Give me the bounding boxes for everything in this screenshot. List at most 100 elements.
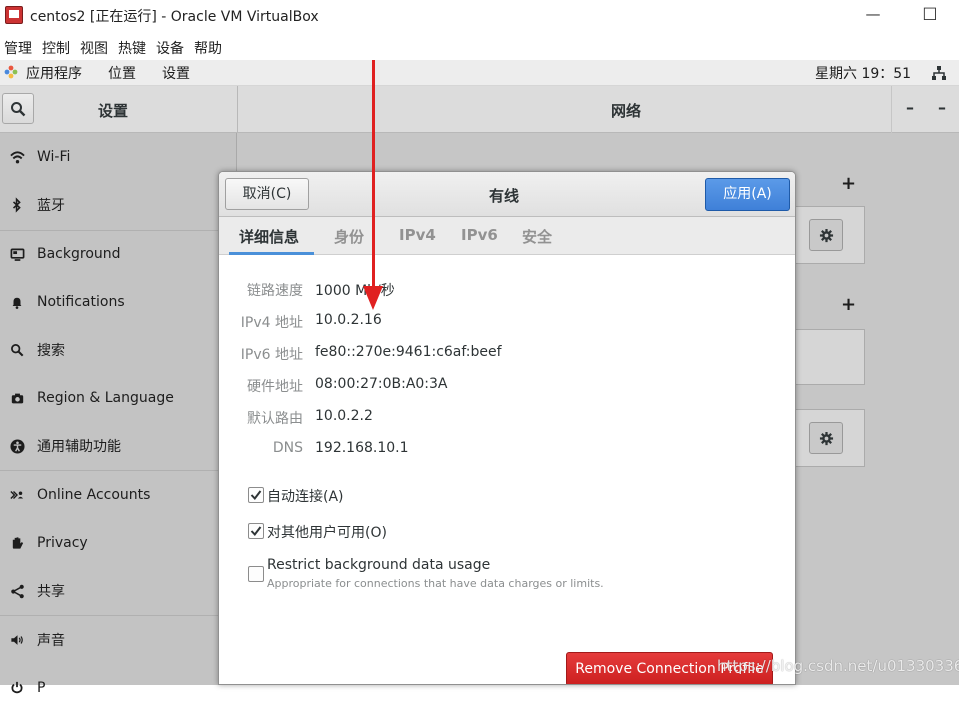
- sidebar-item-label: Privacy: [37, 535, 88, 551]
- dialog-title: 有线: [489, 187, 520, 205]
- ipv4-address-label: IPv4 地址: [240, 315, 303, 331]
- ipv6-address-label: IPv6 地址: [240, 347, 303, 363]
- all-users-checkbox[interactable]: [248, 523, 264, 539]
- dns-label: DNS: [272, 440, 303, 456]
- menu-hotkeys[interactable]: 热键: [114, 32, 152, 60]
- sidebar-item-label: Wi-Fi: [37, 149, 71, 165]
- annotation-arrow-shaft: [372, 60, 375, 292]
- menu-view[interactable]: 视图: [76, 32, 114, 60]
- search-icon: [9, 342, 25, 358]
- checkmark-icon: [250, 490, 262, 501]
- proxy-settings-button[interactable]: [809, 422, 843, 454]
- settings-minimize-button[interactable]: –: [906, 98, 914, 117]
- menu-control[interactable]: 控制: [38, 32, 76, 60]
- maximize-button[interactable]: ☐: [917, 4, 943, 28]
- sidebar-item-search[interactable]: 搜索: [0, 330, 237, 370]
- clock[interactable]: 星期六 19：51: [815, 63, 911, 83]
- sidebar-item-label: 通用辅助功能: [37, 439, 121, 455]
- sidebar-item-bluetooth[interactable]: 蓝牙: [0, 185, 237, 225]
- sidebar-item-label: Region & Language: [37, 390, 174, 406]
- menu-devices[interactable]: 设备: [152, 32, 190, 60]
- cancel-button[interactable]: 取消(C): [225, 178, 309, 210]
- sidebar-item-wifi[interactable]: Wi-Fi: [0, 137, 237, 177]
- search-icon: [11, 102, 26, 117]
- network-wired-icon[interactable]: [931, 65, 947, 81]
- hardware-address-label: 硬件地址: [247, 379, 303, 395]
- vbox-menubar: 管理 控制 视图 热键 设备 帮助: [0, 32, 959, 60]
- settings-title: 设置: [98, 102, 129, 120]
- gear-icon: [819, 431, 833, 445]
- sidebar-item-sharing[interactable]: 共享: [0, 571, 237, 611]
- restrict-data-description: Appropriate for connections that have da…: [267, 577, 604, 590]
- menu-help[interactable]: 帮助: [190, 32, 228, 60]
- details-body: 链路速度 1000 Mb/秒 IPv4 地址 10.0.2.16 IPv6 地址…: [219, 255, 795, 684]
- panel-title: 网络: [611, 102, 642, 120]
- sidebar-item-label: Background: [37, 246, 121, 262]
- tab-ipv6[interactable]: IPv6: [461, 226, 498, 244]
- headerbar-divider: [237, 86, 238, 133]
- sidebar-item-notifications[interactable]: Notifications: [0, 282, 237, 322]
- ipv4-address-value: 10.0.2.16: [315, 312, 382, 328]
- window-title: centos2 [正在运行] - Oracle VM VirtualBox: [30, 9, 319, 25]
- sidebar-item-label: 搜索: [37, 343, 65, 359]
- sidebar-item-sound[interactable]: 声音: [0, 620, 237, 660]
- tab-details[interactable]: 详细信息: [239, 226, 299, 247]
- places-menu[interactable]: 位置: [108, 63, 136, 83]
- tab-identity[interactable]: 身份: [334, 226, 364, 247]
- restrict-data-label[interactable]: Restrict background data usage: [267, 557, 490, 573]
- sidebar-item-accessibility[interactable]: 通用辅助功能: [0, 426, 237, 466]
- settings-menu[interactable]: 设置: [162, 63, 190, 83]
- sidebar-item-label: 共享: [37, 584, 65, 600]
- applications-icon: [4, 65, 18, 79]
- sidebar-item-region-language[interactable]: Region & Language: [0, 378, 237, 418]
- sidebar-item-label: Online Accounts: [37, 487, 151, 503]
- wired-card: [787, 206, 865, 264]
- minimize-button[interactable]: —: [858, 2, 888, 28]
- hand-icon: [9, 535, 25, 551]
- add-connection-button[interactable]: +: [841, 173, 856, 194]
- gnome-topbar: 应用程序 位置 设置 星期六 19：51: [0, 60, 959, 86]
- default-route-label: 默认路由: [247, 411, 303, 427]
- wired-connection-dialog: 取消(C) 有线 应用(A) 详细信息 身份 IPv4 IPv6 安全 链路速度…: [218, 171, 796, 685]
- vpn-card: [787, 329, 865, 385]
- camera-icon: [9, 390, 25, 406]
- all-users-label[interactable]: 对其他用户可用(O): [267, 522, 387, 542]
- sidebar-item-label: 声音: [37, 633, 65, 649]
- accessibility-icon: [9, 438, 25, 454]
- tab-ipv4[interactable]: IPv4: [399, 226, 436, 244]
- share-icon: [9, 583, 25, 599]
- headerbar-controls-divider: [891, 86, 892, 133]
- tab-security[interactable]: 安全: [522, 226, 552, 247]
- speaker-icon: [9, 632, 25, 648]
- restrict-data-checkbox[interactable]: [248, 566, 264, 582]
- applications-menu[interactable]: 应用程序: [26, 63, 82, 83]
- power-icon: [9, 680, 25, 696]
- sidebar-item-power[interactable]: P: [0, 668, 237, 708]
- sidebar-divider: [0, 615, 237, 616]
- settings-sidebar: Wi-Fi 蓝牙 Background Notifications 搜索 Reg…: [0, 133, 237, 696]
- sidebar-item-online-accounts[interactable]: Online Accounts: [0, 475, 237, 515]
- apply-button[interactable]: 应用(A): [705, 178, 790, 211]
- dialog-tabs: 详细信息 身份 IPv4 IPv6 安全: [219, 217, 795, 255]
- add-vpn-button[interactable]: +: [841, 294, 856, 315]
- auto-connect-checkbox[interactable]: [248, 487, 264, 503]
- menu-manage[interactable]: 管理: [0, 32, 38, 60]
- gear-icon: [819, 228, 833, 242]
- settings-extra-button[interactable]: –: [938, 98, 946, 117]
- default-route-value: 10.0.2.2: [315, 408, 373, 424]
- sidebar-divider: [0, 230, 237, 231]
- ipv6-address-value: fe80::270e:9461:c6af:beef: [315, 344, 502, 360]
- hardware-address-value: 08:00:27:0B:A0:3A: [315, 376, 448, 392]
- sidebar-item-label: 蓝牙: [37, 198, 65, 214]
- virtualbox-app-icon: [5, 6, 23, 24]
- sidebar-divider: [0, 470, 237, 471]
- wifi-icon: [9, 149, 25, 165]
- sidebar-item-background[interactable]: Background: [0, 234, 237, 274]
- wired-settings-button[interactable]: [809, 219, 843, 251]
- sidebar-item-privacy[interactable]: Privacy: [0, 523, 237, 563]
- online-accounts-icon: [9, 487, 25, 503]
- watermark: https://blog.csdn.net/u013303361: [717, 657, 959, 675]
- search-button[interactable]: [2, 93, 34, 124]
- sidebar-item-label: P: [37, 680, 46, 696]
- auto-connect-label[interactable]: 自动连接(A): [267, 486, 344, 506]
